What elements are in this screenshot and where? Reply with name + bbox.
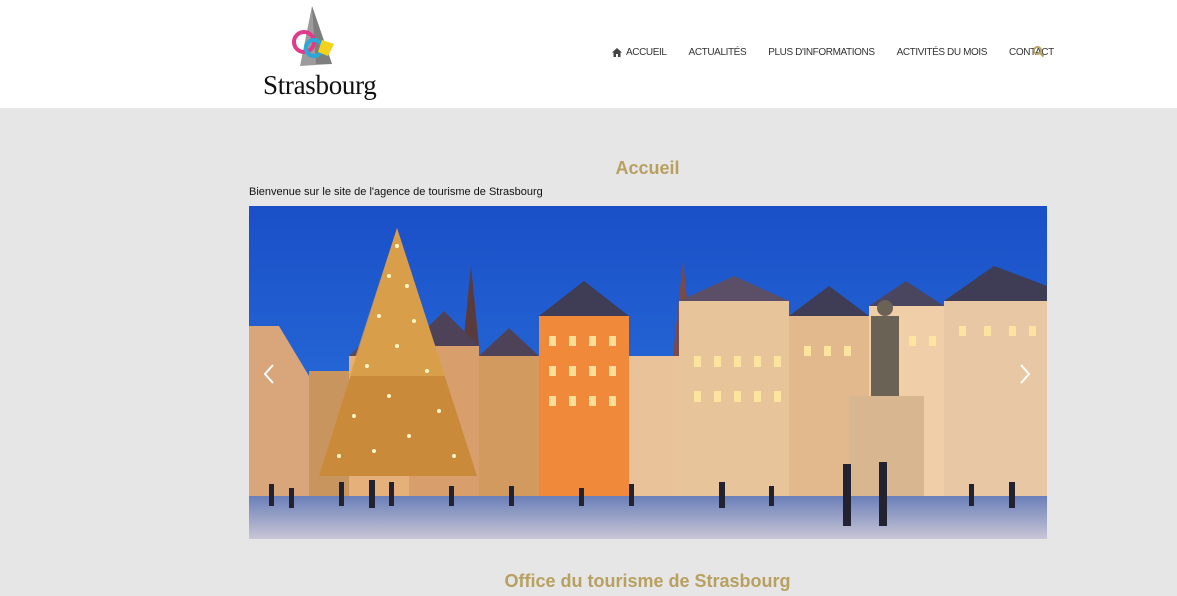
site-header: Strasbourg ACCUEIL ACTUALITÉS PLUS D'INF… <box>0 0 1177 108</box>
nav-item-label: ACTIVITÉS DU MOIS <box>896 46 988 58</box>
intro-text: Bienvenue sur le site de l'agence de tou… <box>249 186 543 198</box>
nav-item-actualites[interactable]: ACTUALITÉS <box>689 47 747 58</box>
slider-prev-button[interactable] <box>261 363 277 385</box>
home-icon <box>612 47 622 57</box>
section-title: Office du tourisme de Strasbourg <box>504 571 791 591</box>
page-title: Accueil <box>615 158 680 178</box>
nav-item-accueil[interactable]: ACCUEIL <box>612 47 667 58</box>
logo-text[interactable]: Strasbourg <box>263 70 377 101</box>
slider-image <box>249 206 1047 539</box>
nav-item-label: PLUS D'INFORMATIONS <box>768 46 875 58</box>
nav-item-plus-informations[interactable]: PLUS D'INFORMATIONS <box>768 46 875 58</box>
nav-item-label: ACTUALITÉS <box>688 46 747 58</box>
image-slider[interactable] <box>249 206 1047 539</box>
slider-next-button[interactable] <box>1017 363 1033 385</box>
chevron-right-icon <box>1020 364 1031 384</box>
chevron-left-icon <box>263 364 274 384</box>
main-nav: ACCUEIL ACTUALITÉS PLUS D'INFORMATIONS A… <box>612 45 1076 59</box>
nav-item-label: ACCUEIL <box>626 46 667 58</box>
nav-item-activites-du-mois[interactable]: ACTIVITÉS DU MOIS <box>896 46 988 58</box>
search-button[interactable] <box>1032 45 1045 58</box>
search-icon <box>1033 46 1045 58</box>
